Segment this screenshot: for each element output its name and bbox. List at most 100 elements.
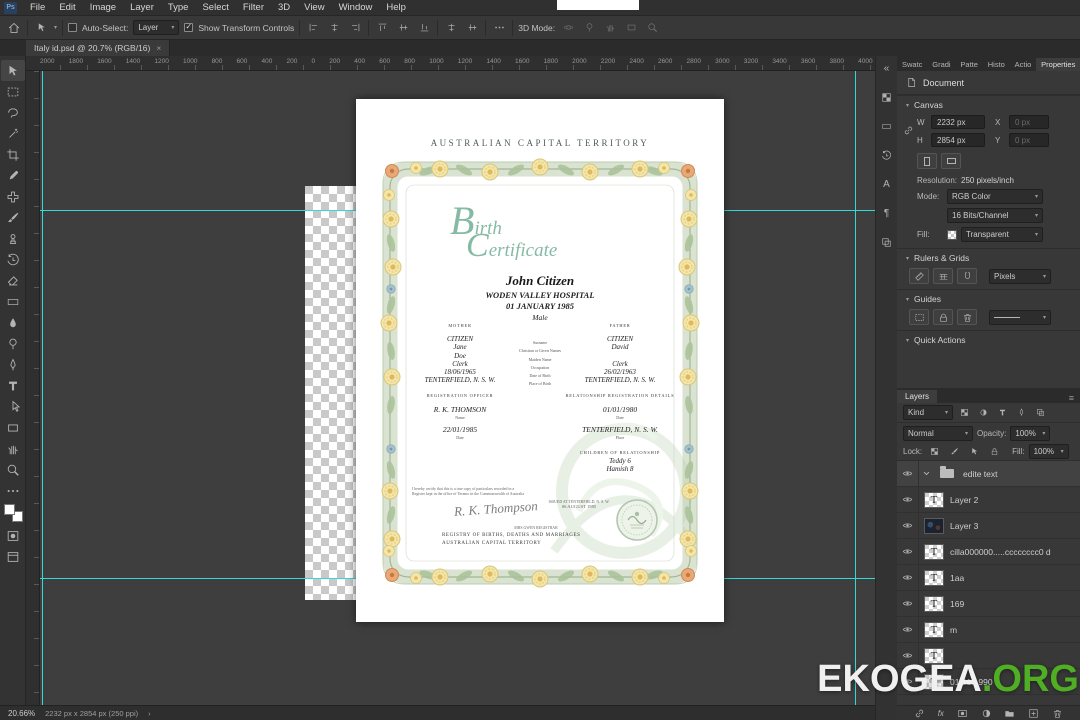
guide-vertical-left[interactable] bbox=[42, 71, 43, 705]
clear-guides-button[interactable] bbox=[957, 309, 977, 325]
menu-item[interactable]: File bbox=[23, 0, 52, 16]
path-selection-tool[interactable] bbox=[1, 396, 25, 417]
lock-position-icon[interactable] bbox=[966, 444, 982, 460]
vertical-ruler[interactable] bbox=[26, 71, 40, 705]
layer-name[interactable]: 1aa bbox=[950, 573, 964, 583]
menu-item[interactable]: Image bbox=[83, 0, 123, 16]
more-options-button[interactable] bbox=[491, 20, 507, 36]
add-layer-mask-icon[interactable] bbox=[957, 708, 968, 719]
filter-shape-layers-icon[interactable] bbox=[1013, 405, 1029, 421]
width-input[interactable]: 2232 px bbox=[931, 115, 985, 129]
foreground-background-color-swatches[interactable] bbox=[3, 504, 23, 522]
auto-select-target-dropdown[interactable]: Layer bbox=[133, 20, 180, 35]
menu-item[interactable]: Select bbox=[195, 0, 235, 16]
layer-thumbnail[interactable] bbox=[924, 595, 944, 612]
quick-actions-section-header[interactable]: Quick Actions bbox=[897, 330, 1080, 348]
panel-tab[interactable]: Gradi bbox=[927, 58, 955, 71]
new-layer-icon[interactable] bbox=[1028, 708, 1039, 719]
close-tab-icon[interactable]: × bbox=[156, 43, 161, 53]
status-chevron-icon[interactable]: › bbox=[148, 709, 151, 718]
toggle-guides-button[interactable] bbox=[909, 309, 929, 325]
libraries-panel-icon[interactable] bbox=[878, 234, 896, 250]
layer-thumbnail[interactable] bbox=[924, 491, 944, 508]
menu-item[interactable]: Type bbox=[161, 0, 196, 16]
canvas-fill-dropdown[interactable]: Transparent bbox=[961, 227, 1043, 242]
foreground-color-swatch[interactable] bbox=[3, 504, 15, 515]
gradient-tool[interactable] bbox=[1, 291, 25, 312]
filter-kind-dropdown[interactable]: Kind bbox=[903, 405, 953, 420]
type-tool[interactable] bbox=[1, 375, 25, 396]
height-input[interactable]: 2854 px bbox=[931, 133, 985, 147]
magic-wand-tool[interactable] bbox=[1, 123, 25, 144]
history-brush-tool[interactable] bbox=[1, 249, 25, 270]
layer-row[interactable]: edite text bbox=[897, 461, 1080, 487]
delete-layer-icon[interactable] bbox=[1052, 708, 1063, 719]
panel-menu-icon[interactable]: ≡ bbox=[1069, 393, 1074, 403]
layer-thumbnail[interactable] bbox=[924, 517, 944, 534]
menu-item[interactable]: Edit bbox=[52, 0, 82, 16]
toggle-grid-button[interactable] bbox=[933, 268, 953, 284]
layer-name[interactable]: Layer 3 bbox=[950, 521, 978, 531]
rectangular-marquee-tool[interactable] bbox=[1, 81, 25, 102]
group-expand-chevron[interactable] bbox=[921, 468, 932, 479]
panel-tab[interactable]: Properties bbox=[1036, 58, 1080, 71]
distribute-vertical-button[interactable] bbox=[464, 20, 480, 36]
character-panel-icon[interactable]: A bbox=[878, 176, 896, 192]
toggle-snap-button[interactable] bbox=[957, 268, 977, 284]
layer-visibility-toggle[interactable] bbox=[897, 461, 919, 486]
opacity-dropdown[interactable]: 100% bbox=[1010, 425, 1051, 441]
menu-item[interactable]: View bbox=[297, 0, 331, 16]
lock-guides-button[interactable] bbox=[933, 309, 953, 325]
rectangle-shape-tool[interactable] bbox=[1, 417, 25, 438]
blur-tool[interactable] bbox=[1, 312, 25, 333]
landscape-orientation-button[interactable] bbox=[941, 153, 961, 169]
layer-name[interactable]: 169 bbox=[950, 599, 964, 609]
layer-visibility-toggle[interactable] bbox=[897, 617, 919, 642]
panel-tab[interactable]: Swatc bbox=[897, 58, 927, 71]
distribute-horizontal-button[interactable] bbox=[443, 20, 459, 36]
lock-all-icon[interactable] bbox=[986, 444, 1002, 460]
menu-item[interactable]: Help bbox=[379, 0, 413, 16]
rulers-grids-section-header[interactable]: Rulers & Grids bbox=[897, 248, 1080, 266]
history-panel-icon[interactable] bbox=[878, 147, 896, 163]
panel-tab[interactable]: Actio bbox=[1010, 58, 1037, 71]
layer-row[interactable]: Layer 2 bbox=[897, 487, 1080, 513]
link-layers-icon[interactable] bbox=[914, 708, 925, 719]
spot-healing-brush-tool[interactable] bbox=[1, 186, 25, 207]
panel-tab[interactable]: Patte bbox=[955, 58, 982, 71]
zoom-level[interactable]: 20.66% bbox=[8, 709, 35, 718]
layer-thumbnail[interactable] bbox=[937, 466, 957, 482]
ruler-units-dropdown[interactable]: Pixels bbox=[989, 268, 1051, 284]
menu-item[interactable]: Window bbox=[332, 0, 380, 16]
align-bottom-button[interactable] bbox=[416, 20, 432, 36]
eyedropper-tool[interactable] bbox=[1, 165, 25, 186]
filter-smart-objects-icon[interactable] bbox=[1032, 405, 1048, 421]
layer-row[interactable]: Layer 3 bbox=[897, 513, 1080, 539]
link-dimensions-icon[interactable] bbox=[903, 125, 914, 136]
paragraph-panel-icon[interactable]: ¶ bbox=[878, 205, 896, 221]
dodge-tool[interactable] bbox=[1, 333, 25, 354]
new-adjustment-layer-icon[interactable] bbox=[981, 708, 992, 719]
zoom-tool[interactable] bbox=[1, 459, 25, 480]
layers-tab[interactable]: Layers bbox=[897, 390, 938, 403]
layer-visibility-toggle[interactable] bbox=[897, 513, 919, 538]
align-middle-button[interactable] bbox=[395, 20, 411, 36]
layer-row[interactable]: 169 bbox=[897, 591, 1080, 617]
layer-effects-icon[interactable]: fx bbox=[938, 709, 944, 718]
guides-section-header[interactable]: Guides bbox=[897, 289, 1080, 307]
brush-tool[interactable] bbox=[1, 207, 25, 228]
layer-visibility-toggle[interactable] bbox=[897, 565, 919, 590]
layers-fill-dropdown[interactable]: 100% bbox=[1028, 444, 1069, 459]
align-left-button[interactable] bbox=[305, 20, 321, 36]
filter-adjustment-layers-icon[interactable] bbox=[975, 405, 991, 421]
align-top-button[interactable] bbox=[374, 20, 390, 36]
canvas-section-header[interactable]: Canvas bbox=[897, 95, 1080, 113]
portrait-orientation-button[interactable] bbox=[917, 153, 937, 169]
screen-mode-button[interactable] bbox=[1, 546, 25, 567]
filter-type-layers-icon[interactable] bbox=[994, 405, 1010, 421]
layer-name[interactable]: edite text bbox=[963, 469, 998, 479]
auto-select-checkbox[interactable] bbox=[68, 23, 78, 32]
menu-item[interactable]: Layer bbox=[123, 0, 161, 16]
collapse-panels-icon[interactable]: « bbox=[878, 60, 896, 76]
panel-tab[interactable]: Histo bbox=[983, 58, 1010, 71]
